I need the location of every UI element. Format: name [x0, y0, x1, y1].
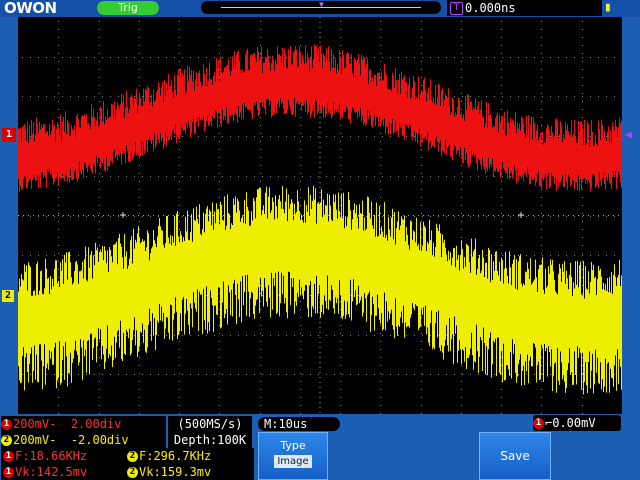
ch2-waveform — [18, 185, 622, 395]
measurement-value: F:296.7KHz — [139, 449, 212, 463]
ch1-offset: 2.00div — [70, 417, 122, 431]
waveform-display[interactable] — [18, 17, 622, 414]
type-softkey[interactable]: Type Image — [258, 432, 328, 480]
type-softkey-label: Type — [280, 439, 306, 452]
ch2-scale: 200mV- — [13, 433, 57, 447]
ch2-icon: 2 — [1, 435, 12, 446]
record-depth: Depth:100K — [173, 433, 247, 447]
brand-logo: OWON — [4, 0, 57, 17]
top-status-bar: OWON Trig ▼ T 0.000ns ▮ — [0, 0, 640, 17]
trigger-position-pointer: ▼ — [319, 0, 324, 9]
bottom-info-panel: 1 200mV- 2.00div 2 200mV- -2.00div (500MS/… — [0, 414, 640, 480]
ch1-waveform — [18, 44, 622, 193]
trigger-level-value: 0.00mV — [552, 416, 596, 430]
measurement-value: F:18.66KHz — [15, 449, 88, 463]
battery-icon: ▮ — [604, 0, 612, 15]
ch2-icon: 2 — [127, 451, 138, 462]
waveform-canvas — [18, 17, 622, 414]
timebase-readout: M:10us — [258, 417, 340, 431]
ch1-scale: 200mV- — [13, 417, 57, 431]
ch1-icon: 1 — [1, 419, 12, 430]
horizontal-position-readout: T 0.000ns — [447, 0, 602, 16]
ch2-settings-row: 2 200mV- -2.00div — [1, 432, 166, 448]
trigger-status-badge: Trig — [97, 1, 159, 15]
ch2-icon: 2 — [127, 467, 138, 478]
measurement-item: 2 Vk:159.3mv — [127, 464, 211, 480]
trigger-source-icon: 1 — [533, 418, 544, 429]
acquisition-box: (500MS/s) Depth:100K — [168, 416, 252, 448]
measurement-box: 1 F:18.66KHz 2 F:296.7KHz 1 Vk:142.5mv 2 Vk:… — [1, 448, 254, 480]
ch2-offset: -2.00div — [70, 433, 129, 447]
trigger-time-icon: T — [450, 2, 463, 15]
sample-rate: (500MS/s) — [177, 417, 243, 431]
ch1-icon: 1 — [3, 451, 14, 462]
measurement-value: Vk:159.3mv — [139, 465, 212, 479]
memory-position-bar[interactable]: ▼ — [201, 1, 441, 14]
ch1-ground-marker[interactable]: 1 — [2, 128, 16, 142]
type-softkey-value: Image — [274, 455, 312, 468]
measurement-item: 2 F:296.7KHz — [127, 448, 211, 464]
trigger-level-marker[interactable]: ◀ — [625, 127, 632, 141]
measurement-item: 1 F:18.66KHz — [3, 448, 87, 464]
ch1-settings-row: 1 200mV- 2.00div — [1, 416, 166, 432]
ch2-ground-marker[interactable]: 2 — [2, 290, 14, 302]
save-softkey[interactable]: Save — [479, 432, 551, 480]
trigger-setting-readout: 1 ⌐0.00mV — [533, 415, 621, 431]
time-delay-value: 0.000ns — [465, 1, 516, 15]
measurement-item: 1 Vk:142.5mv — [3, 464, 87, 480]
channel-settings-box: 1 200mV- 2.00div 2 200mV- -2.00div — [1, 416, 166, 448]
measurement-value: Vk:142.5mv — [15, 465, 88, 479]
ch1-icon: 1 — [3, 467, 14, 478]
